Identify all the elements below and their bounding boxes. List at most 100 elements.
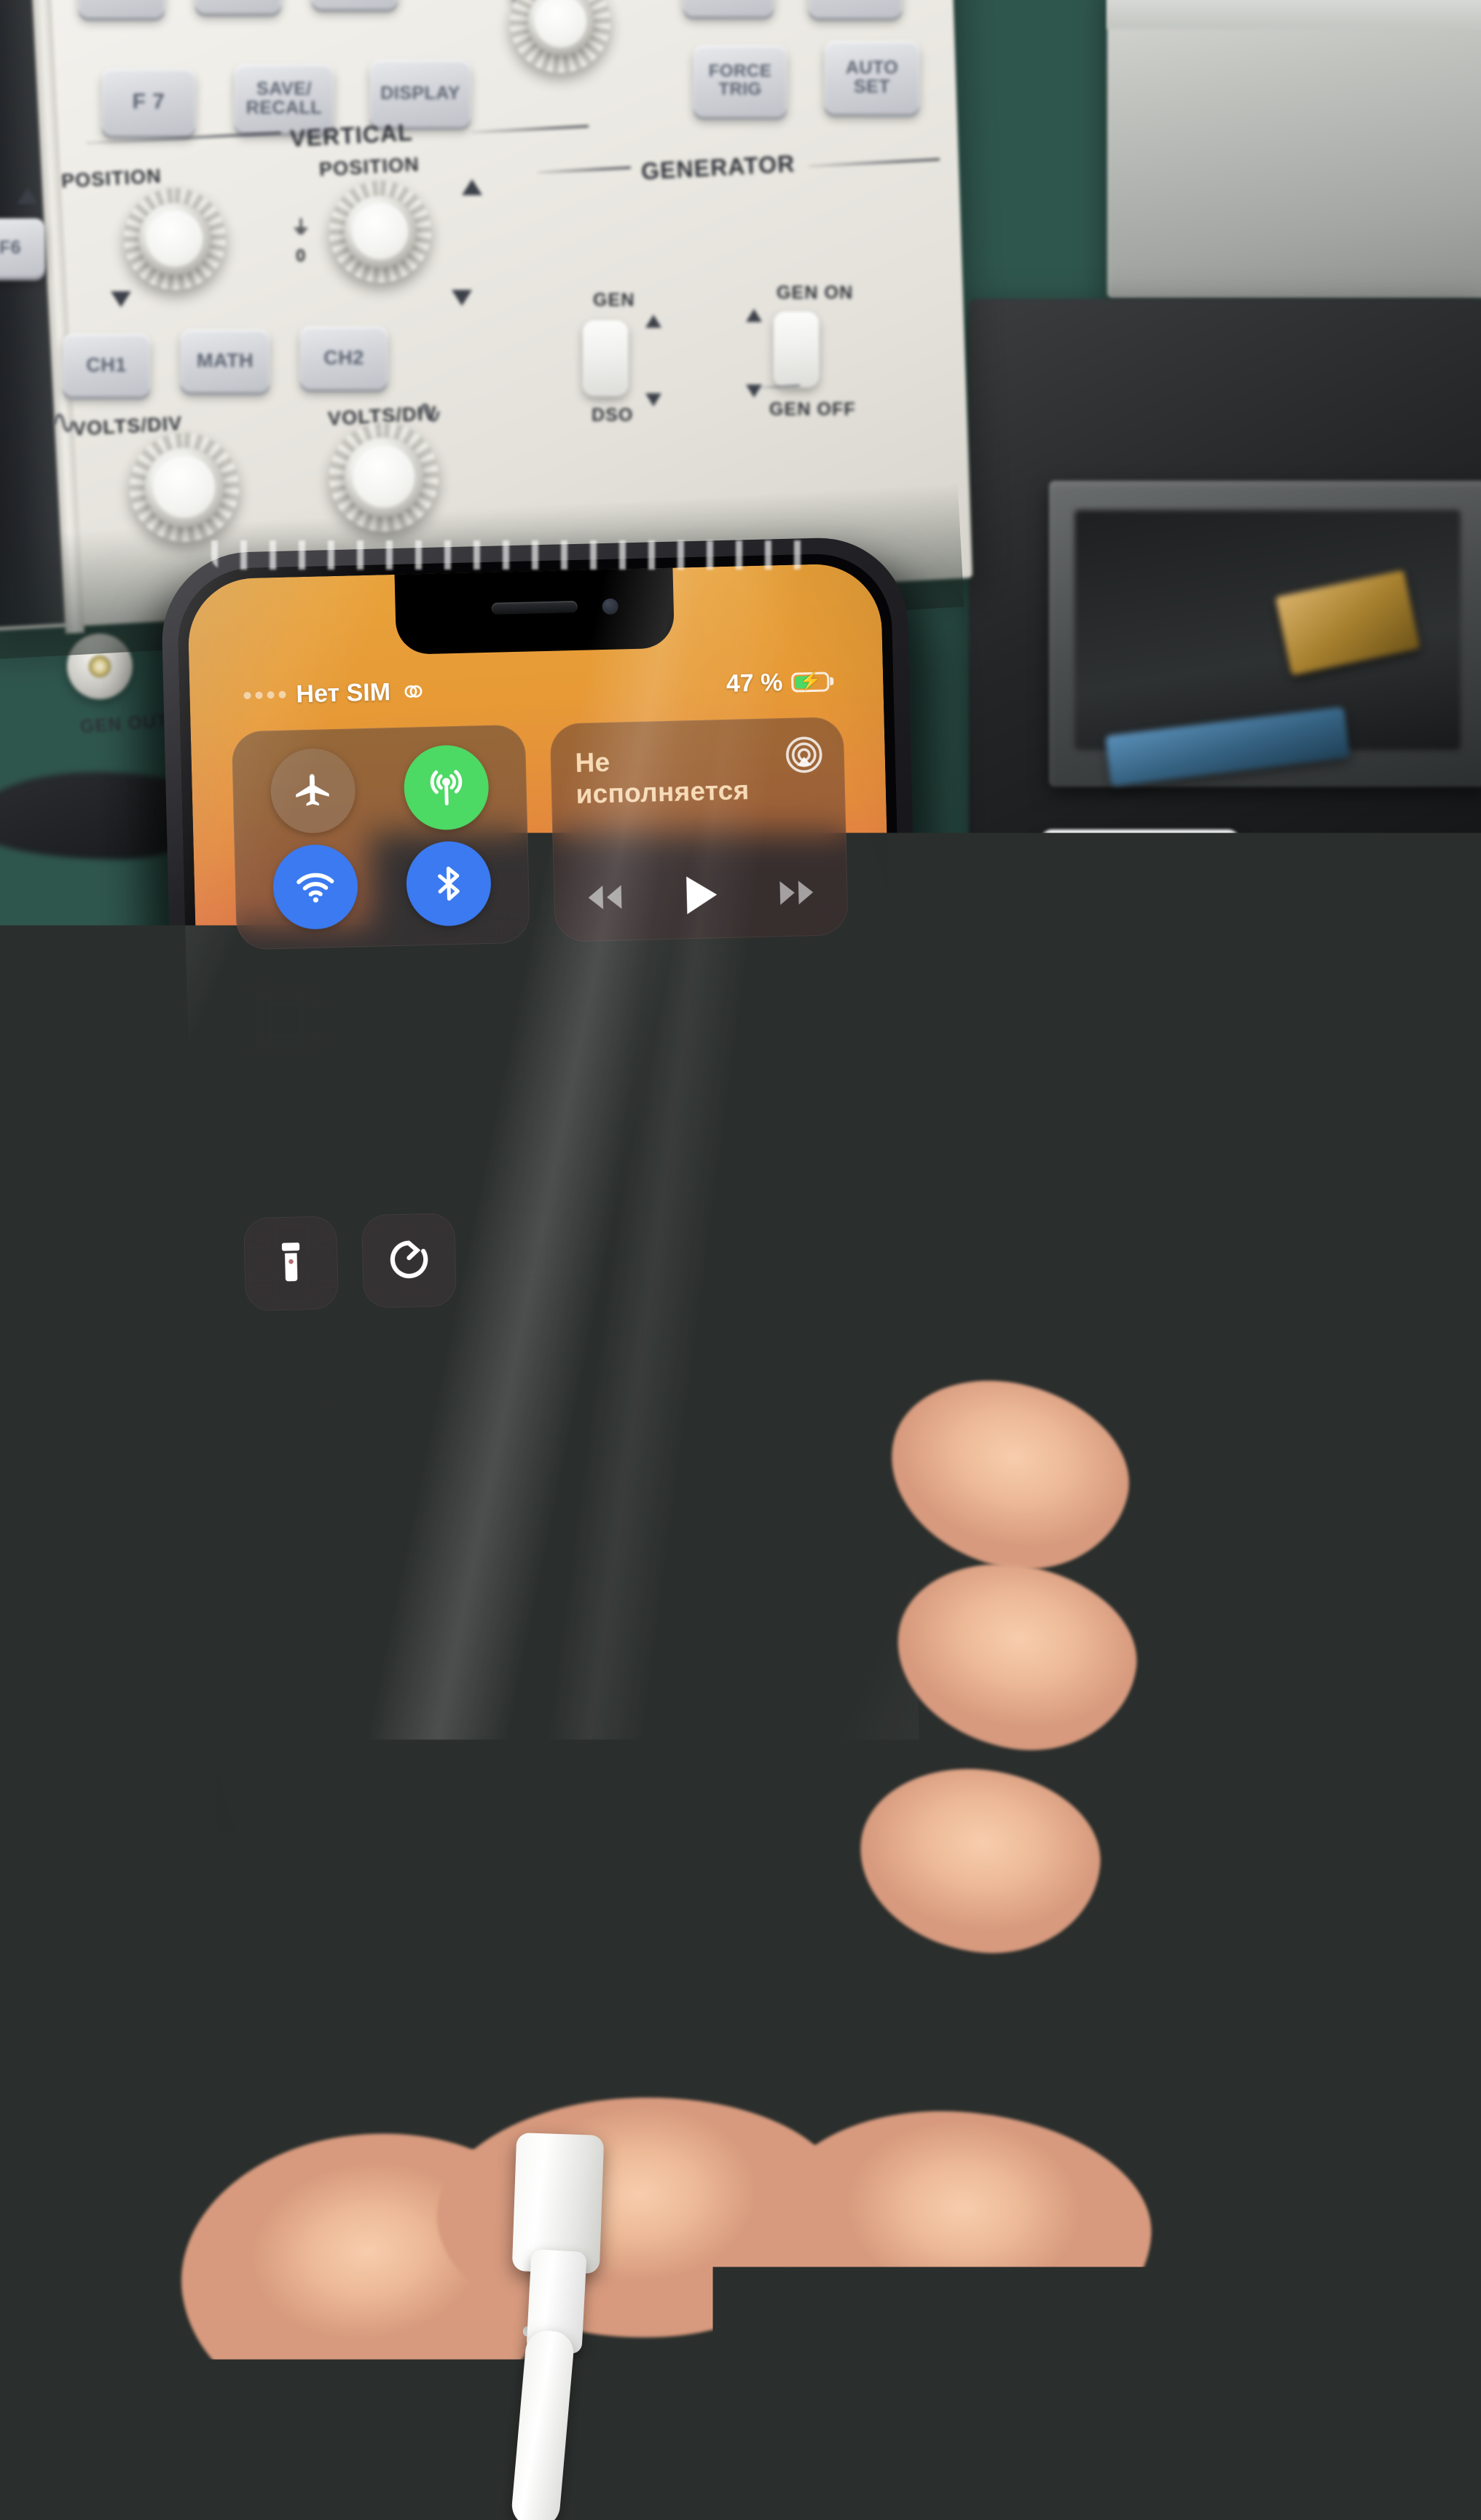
- scope-button-force-trig[interactable]: FORCE TRIG: [694, 45, 787, 117]
- connectivity-module: [232, 725, 530, 950]
- position-down-arrow-left: [111, 291, 131, 307]
- airplay-icon[interactable]: [784, 735, 824, 779]
- volts-div-knob-right[interactable]: [344, 437, 424, 517]
- gen-up-arrow: [645, 315, 661, 328]
- status-bar-left: Нет SIM: [243, 677, 425, 709]
- scope-button-single-seq[interactable]: SINGLE SEQ: [809, 0, 902, 17]
- notch: [395, 567, 675, 655]
- battery-icon: ⚡: [791, 672, 830, 692]
- volume-slider[interactable]: [680, 961, 779, 1182]
- scope-button-f6-top[interactable]: [79, 0, 165, 17]
- rewind-icon[interactable]: [583, 881, 626, 916]
- music-controls: [578, 871, 823, 923]
- scope-button-ch1[interactable]: CH1: [63, 334, 150, 396]
- airplane-icon: [291, 769, 334, 812]
- status-bar-right: 47 % ⚡: [726, 667, 829, 698]
- sine-wave-icon-right: ∿: [415, 392, 444, 431]
- cellular-data-button[interactable]: [403, 744, 490, 831]
- sine-wave-icon: ∿: [50, 402, 78, 441]
- status-bar: Нет SIM 47 % ⚡: [189, 661, 884, 717]
- play-icon[interactable]: [681, 873, 720, 920]
- scope-button-math[interactable]: MATH: [181, 329, 270, 392]
- position-up-arrow-right: [462, 179, 482, 195]
- calculator-button[interactable]: [479, 1210, 575, 1305]
- charging-bolt-icon: ⚡: [799, 672, 821, 690]
- scope-button-menu[interactable]: MENU: [683, 0, 774, 16]
- iphone-device: Нет SIM 47 % ⚡ Не исполняется Повтор экр…: [160, 536, 944, 2127]
- scope-button-display[interactable]: DISPLAY: [370, 60, 471, 127]
- screen-mirroring-button[interactable]: Повтор экрана: [240, 1085, 543, 1186]
- timer-button[interactable]: [361, 1213, 457, 1308]
- left-controls-column: Повтор экрана: [237, 967, 543, 1193]
- label-gen-off: GEN OFF: [769, 399, 856, 420]
- now-playing-title: Не исполняется: [575, 743, 787, 810]
- airplane-mode-button[interactable]: [270, 747, 356, 834]
- wallpaper-artifact: [531, 1727, 566, 1795]
- clear-plastic-lid: [1042, 830, 1238, 889]
- gen-dso-rocker[interactable]: [583, 320, 628, 396]
- label-gen-on: GEN ON: [777, 283, 853, 304]
- label-ground-zero: 0: [296, 246, 306, 267]
- brightness-slider[interactable]: [562, 964, 661, 1185]
- position-down-arrow-right: [452, 290, 472, 306]
- scope-button-save-recall[interactable]: SAVE/ RECALL: [235, 64, 334, 133]
- cellular-icon: [423, 765, 469, 811]
- scope-button-f6[interactable]: F6: [0, 218, 45, 277]
- scope-button-row1-c[interactable]: [312, 0, 398, 9]
- control-center-row-2: Повтор экрана: [237, 960, 855, 1193]
- flashlight-icon: [267, 1237, 316, 1290]
- brightness-slider-fill: [565, 1104, 661, 1185]
- metal-tin-lid: [1107, 0, 1481, 29]
- scope-button-f7[interactable]: F 7: [102, 68, 195, 135]
- dso-down-arrow: [645, 393, 661, 406]
- brightness-icon: [591, 1117, 636, 1173]
- scope-button-ch2[interactable]: CH2: [300, 326, 388, 389]
- metal-tin-box: [1107, 0, 1481, 299]
- now-playing-module[interactable]: Не исполняется: [549, 717, 849, 942]
- scene-root: MENU SINGLE SEQ F 7 SAVE/ RECALL DISPLAY…: [0, 0, 1481, 2520]
- wifi-icon: [292, 864, 338, 910]
- phone-bezel: Нет SIM 47 % ⚡ Не исполняется Повтор экр…: [176, 552, 927, 2110]
- position-up-arrow-left: [17, 188, 38, 204]
- bluetooth-button[interactable]: [405, 840, 492, 927]
- home-indicator[interactable]: [449, 2056, 690, 2070]
- hearing-button[interactable]: [246, 1334, 342, 1429]
- control-center: Не исполняется Повтор экрана: [191, 716, 901, 1430]
- control-center-row-4: [246, 1321, 860, 1429]
- flashlight-button[interactable]: [243, 1216, 339, 1311]
- camera-button[interactable]: [597, 1207, 693, 1302]
- volts-div-knob-left[interactable]: [144, 447, 224, 527]
- control-center-row-1: Не исполняется: [232, 717, 849, 950]
- label-gen: GEN: [593, 290, 635, 311]
- wifi-button[interactable]: [272, 843, 358, 930]
- label-dso: DSO: [592, 405, 633, 426]
- volume-slider-fill: [683, 1099, 779, 1182]
- camera-icon: [618, 1229, 672, 1280]
- position-knob-left[interactable]: [138, 202, 211, 275]
- volume-icon: [707, 1114, 755, 1168]
- bezel-highlight-dots: [211, 540, 809, 570]
- do-not-disturb-button[interactable]: [355, 969, 451, 1065]
- hearing-icon: [262, 1348, 325, 1414]
- position-knob-right[interactable]: [344, 195, 417, 268]
- bluetooth-icon: [427, 862, 470, 905]
- screen-mirroring-icon: [262, 1114, 317, 1162]
- timer-icon: [384, 1233, 435, 1288]
- toggles-row: [237, 967, 540, 1068]
- ground-symbol-icon: ⏚: [291, 213, 311, 240]
- calculator-icon: [506, 1231, 549, 1285]
- gen-on-off-rocker[interactable]: [774, 312, 819, 387]
- forward-icon[interactable]: [776, 877, 819, 912]
- moon-icon: [379, 991, 428, 1044]
- earpiece-speaker: [492, 601, 578, 615]
- front-camera: [602, 598, 618, 615]
- screen-mirroring-label: Повтор экрана: [331, 1111, 409, 1160]
- rotation-lock-icon: [256, 990, 313, 1050]
- signal-dots-icon: [243, 691, 286, 699]
- battery-percent-label: 47 %: [726, 669, 782, 698]
- scope-button-row1-b[interactable]: [195, 0, 281, 13]
- rotation-lock-button[interactable]: [237, 972, 333, 1068]
- phone-screen[interactable]: Нет SIM 47 % ⚡ Не исполняется Повтор экр…: [187, 563, 918, 2100]
- sliders-group: [562, 961, 779, 1185]
- scope-button-auto-set[interactable]: AUTO SET: [825, 41, 919, 114]
